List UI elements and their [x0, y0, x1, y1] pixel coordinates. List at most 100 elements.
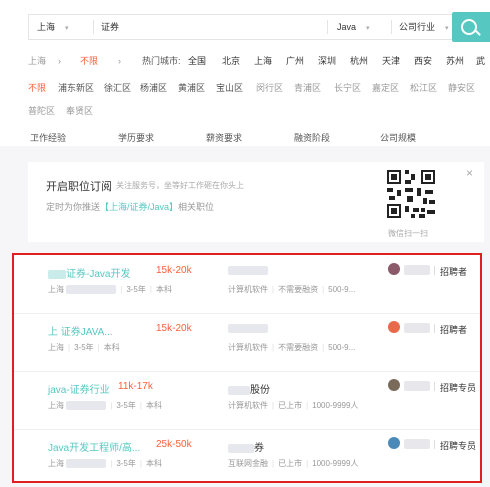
job-city: 上海 [48, 401, 64, 410]
industry-select[interactable]: 公司行业 ▾ [399, 15, 459, 39]
qr-code-icon [385, 168, 437, 220]
subscribe-title: 开启职位订阅 [46, 181, 112, 193]
divider [434, 382, 435, 391]
district-link[interactable]: 闵行区 [256, 80, 283, 96]
blurred-text [66, 459, 107, 469]
district-link[interactable]: 静安区 [448, 80, 475, 96]
district-link[interactable]: 长宁区 [334, 80, 361, 96]
company-info: 计算机软件 | 不需要融资 | 500-9... [228, 342, 355, 353]
industry-select-value: 公司行业 [399, 22, 436, 32]
district-link[interactable]: 嘉定区 [372, 80, 399, 96]
filter-panel: 上海 ▾ 证券 Java ▾ 公司行业 ▾ 上海 › 不限 › 热门城市: 全国 北京… [0, 0, 490, 146]
qr-label: 微信扫一扫 [388, 229, 428, 238]
job-card[interactable]: 上 证券JAVA... 15k-20k 上海 | 3-5年 | 本科 计算机软件 | 不需要… [14, 313, 480, 372]
chevron-right-icon: › [118, 56, 121, 66]
job-experience: 3-5年 [126, 285, 146, 294]
search-bar: 上海 ▾ 证券 Java ▾ 公司行业 ▾ [28, 14, 458, 40]
job-title[interactable]: 上 证券JAVA... [48, 323, 113, 338]
district-link[interactable]: 宝山区 [216, 80, 243, 96]
subscribe-hint: 关注服务号，坐等好工作砸在你头上 [116, 181, 244, 190]
job-list: 证券-Java开发 15k-20k 上海 | 3-5年 | 本科 计算机软件 | 不需要融… [12, 253, 482, 483]
subscribe-line-prefix: 定时为你推送 [46, 202, 101, 212]
chevron-down-icon: ▾ [385, 134, 389, 141]
job-education: 本科 [155, 285, 172, 294]
company-name[interactable]: 股份 [228, 381, 270, 396]
blurred-text [228, 443, 254, 453]
city-link[interactable]: 北京 [222, 53, 240, 69]
company-industry: 计算机软件 [228, 401, 268, 410]
city-select[interactable]: 上海 ▾ [37, 15, 87, 39]
avatar [388, 437, 400, 449]
job-education: 本科 [103, 343, 120, 352]
divider [391, 20, 392, 34]
company-industry: 计算机软件 [228, 343, 268, 352]
divider [327, 20, 328, 34]
company-size: 1000-9999人 [312, 459, 359, 468]
divider: | [306, 459, 309, 468]
district-link[interactable]: 杨浦区 [140, 80, 167, 96]
recruiter-name-blurred [404, 323, 430, 333]
divider [93, 20, 94, 34]
city-link[interactable]: 杭州 [350, 53, 368, 69]
job-title[interactable]: Java开发工程师/高... [48, 439, 140, 454]
city-link[interactable]: 上海 [254, 53, 272, 69]
city-link[interactable]: 西安 [414, 53, 432, 69]
language-select[interactable]: Java ▾ [337, 15, 387, 39]
job-salary: 25k-50k [156, 439, 192, 450]
divider: | [139, 401, 142, 410]
district-link[interactable]: 奉贤区 [66, 103, 93, 119]
company-industry: 计算机软件 [228, 285, 268, 294]
company-name[interactable] [228, 265, 268, 276]
job-experience: 3-5年 [116, 401, 136, 410]
district-link[interactable]: 青浦区 [294, 80, 321, 96]
job-education: 本科 [145, 459, 162, 468]
company-funding: 已上市 [278, 459, 303, 468]
job-card[interactable]: java-证券行业 11k-17k 上海 | 3-5年 | 本科 股份 计算机软件 | 已… [14, 371, 480, 430]
avatar [388, 321, 400, 333]
recruiter-role: 招聘者 [440, 267, 468, 277]
divider [434, 266, 435, 275]
avatar [388, 263, 400, 275]
job-card[interactable]: Java开发工程师/高... 25k-50k 上海 | 3-5年 | 本科 券 互联网… [14, 429, 480, 487]
close-icon[interactable]: × [466, 166, 473, 180]
job-title[interactable]: java-证券行业 [48, 381, 110, 396]
city-link[interactable]: 天津 [382, 53, 400, 69]
district-link[interactable]: 浦东新区 [58, 80, 94, 96]
job-title[interactable]: 证券-Java开发 [48, 265, 130, 280]
avatar [388, 379, 400, 391]
job-salary: 15k-20k [156, 323, 192, 334]
city-link[interactable]: 全国 [188, 53, 206, 69]
district-link[interactable]: 松江区 [410, 80, 437, 96]
district-link[interactable]: 普陀区 [28, 103, 55, 119]
city-unlimited[interactable]: 不限 [80, 53, 98, 69]
search-input[interactable]: 证券 [101, 15, 321, 39]
city-link[interactable]: 广州 [286, 53, 304, 69]
blurred-text [48, 269, 66, 279]
district-link[interactable]: 黄浦区 [178, 80, 205, 96]
city-link[interactable]: 苏州 [446, 53, 464, 69]
divider: | [110, 401, 113, 410]
subscribe-card: 开启职位订阅 关注服务号，坐等好工作砸在你头上 定时为你推送【上海/证券/Jav… [28, 162, 484, 242]
search-button[interactable] [452, 12, 490, 42]
job-card[interactable]: 证券-Java开发 15k-20k 上海 | 3-5年 | 本科 计算机软件 | 不需要融… [14, 255, 480, 314]
company-name[interactable]: 券 [228, 439, 264, 454]
divider: | [120, 285, 123, 294]
district-link[interactable]: 徐汇区 [104, 80, 131, 96]
divider: | [272, 401, 275, 410]
blurred-text [228, 385, 250, 395]
search-icon [461, 19, 477, 35]
chevron-down-icon: ▾ [123, 134, 127, 141]
subscribe-line-suffix: 相关职位 [178, 202, 215, 212]
city-link[interactable]: 深圳 [318, 53, 336, 69]
company-funding: 不需要融资 [278, 285, 319, 294]
company-name[interactable] [228, 323, 268, 334]
company-funding: 已上市 [278, 401, 303, 410]
company-industry: 互联网金融 [228, 459, 268, 468]
job-title-text: 证券-Java开发 [66, 269, 131, 280]
city-link[interactable]: 武 [476, 53, 485, 69]
company-info: 计算机软件 | 不需要融资 | 500-9... [228, 284, 355, 295]
blurred-text [66, 401, 107, 411]
district-link[interactable]: 不限 [28, 80, 46, 96]
divider: | [68, 343, 71, 352]
recruiter-name-blurred [404, 265, 430, 275]
